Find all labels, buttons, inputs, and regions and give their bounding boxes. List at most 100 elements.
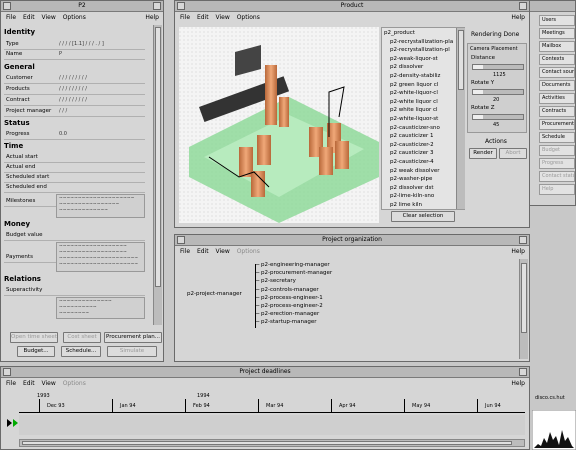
org-child-node[interactable]: ─ p2-process-engineer-2	[256, 303, 323, 309]
scrollbar-thumb[interactable]	[22, 441, 512, 445]
field-scheduled-end[interactable]: Scheduled end	[4, 183, 145, 193]
product-titlebar[interactable]: Product	[175, 1, 529, 12]
main-menu-item[interactable]: Contact status	[539, 171, 575, 182]
org-child-node[interactable]: ─ p2-erection-manager	[256, 311, 319, 317]
component-list-item[interactable]: p2-washer-pipe	[390, 176, 432, 182]
scrollbar-thumb[interactable]	[521, 263, 527, 333]
field-actual-start[interactable]: Actual start	[4, 153, 145, 163]
3d-viewport[interactable]	[179, 27, 379, 223]
component-list-item[interactable]: p2-recrystallization-pl	[390, 47, 450, 53]
schedule-button[interactable]: Schedule...	[61, 346, 101, 357]
clear-selection-button[interactable]: Clear selection	[391, 211, 455, 222]
budget-button[interactable]: Budget...	[17, 346, 55, 357]
main-menu-item[interactable]: Meetings	[539, 28, 575, 39]
open-time-sheet-button[interactable]: Open time sheet	[10, 332, 58, 343]
step-forward-icon[interactable]	[13, 419, 18, 427]
component-list-item[interactable]: p2 weak dissolver	[390, 168, 439, 174]
field-budget-value[interactable]: Budget value	[4, 231, 145, 241]
render-button[interactable]: Render	[469, 148, 497, 159]
menu-edit[interactable]: Edit	[23, 14, 35, 21]
main-menu-item[interactable]: Contracts	[539, 106, 575, 117]
scrollbar-thumb[interactable]	[155, 27, 161, 287]
component-list-scrollbar[interactable]	[456, 28, 465, 209]
field-name[interactable]: Name P	[4, 50, 145, 60]
menu-file[interactable]: File	[180, 14, 190, 21]
component-list-item[interactable]: p2 white liquor cl	[390, 107, 438, 113]
main-menu-item[interactable]: Contact sources	[539, 67, 575, 78]
main-menu-item[interactable]: Contexts	[539, 54, 575, 65]
main-menu-titlebar[interactable]	[525, 1, 575, 12]
field-type[interactable]: Type / / / / [1.1] / / / . / ]	[4, 40, 145, 50]
menu-help[interactable]: Help	[145, 13, 159, 23]
main-menu-item[interactable]: Activities	[539, 93, 575, 104]
org-child-node[interactable]: ─ p2-controls-manager	[256, 287, 319, 293]
org-child-node[interactable]: ─ p2-startup-manager	[256, 319, 317, 325]
field-scheduled-start[interactable]: Scheduled start	[4, 173, 145, 183]
field-project-manager[interactable]: Project manager / / /	[4, 107, 145, 117]
minimize-button[interactable]	[519, 2, 527, 10]
field-customer[interactable]: Customer / / / / / / / / /	[4, 74, 145, 84]
main-menu-item[interactable]: Help	[539, 184, 575, 195]
component-list-item[interactable]: p2-causticizer-4	[390, 159, 434, 165]
org-child-node[interactable]: ─ p2-engineering-manager	[256, 262, 330, 268]
main-menu-item[interactable]: Budget	[539, 145, 575, 156]
component-list-item[interactable]: p2-lime-kiln-sno	[390, 193, 434, 199]
field-contract[interactable]: Contract / / / / / / / / /	[4, 96, 145, 106]
component-list-item[interactable]: p2 causticizer 1	[390, 133, 434, 139]
main-menu-item[interactable]: Users	[539, 15, 575, 26]
distance-slider[interactable]	[472, 64, 524, 70]
menu-file[interactable]: File	[6, 380, 16, 387]
payments-list[interactable]: ~~~~~~~~~~~~~~~~~~ ~~~~~~~~~~~~~~~~~~ ~~…	[56, 242, 145, 272]
cost-sheet-button[interactable]: Cost sheet	[63, 332, 101, 343]
window-menu-button[interactable]	[177, 2, 185, 10]
field-superactivity[interactable]: Superactivity	[4, 286, 145, 296]
menu-view[interactable]: View	[216, 14, 230, 21]
menu-edit[interactable]: Edit	[197, 14, 209, 21]
main-menu-item[interactable]: Progress	[539, 158, 575, 169]
component-list-item[interactable]: p2 causticizer 3	[390, 150, 434, 156]
p2-titlebar[interactable]: P2	[1, 1, 163, 12]
main-menu-item[interactable]: Mailbox	[539, 41, 575, 52]
menu-edit[interactable]: Edit	[23, 380, 35, 387]
component-list-item[interactable]: p2 green liquor cl	[390, 82, 438, 88]
window-menu-button[interactable]	[177, 236, 185, 244]
menu-edit[interactable]: Edit	[197, 248, 209, 255]
deadlines-titlebar[interactable]: Project deadlines	[1, 367, 529, 378]
main-menu-item[interactable]: Documents	[539, 80, 575, 91]
org-child-node[interactable]: ─ p2-procurement-manager	[256, 270, 332, 276]
menu-help[interactable]: Help	[511, 379, 525, 389]
main-menu-item[interactable]: Procurement	[539, 119, 575, 130]
slider-thumb[interactable]	[473, 115, 483, 119]
subactivity-list[interactable]: ~~~~~~~~~~~~~~ ~~~~~~~~~~ ~~~~~~~~	[56, 297, 145, 319]
timeline-scrollbar[interactable]	[19, 439, 525, 447]
p2-scrollbar[interactable]	[153, 25, 162, 325]
timeline-row[interactable]	[19, 415, 525, 435]
menu-file[interactable]: File	[6, 14, 16, 21]
rotate-z-slider[interactable]	[472, 114, 524, 120]
field-actual-end[interactable]: Actual end	[4, 163, 145, 173]
menu-help[interactable]: Help	[511, 247, 525, 257]
minimize-button[interactable]	[153, 2, 161, 10]
component-list-item[interactable]: p2-density-stabiliz	[390, 73, 440, 79]
field-progress[interactable]: Progress 0.0	[4, 130, 145, 140]
component-list-item[interactable]: p2-recrystallization-pla	[390, 39, 453, 45]
slider-thumb[interactable]	[473, 90, 483, 94]
menu-view[interactable]: View	[216, 248, 230, 255]
slider-thumb[interactable]	[473, 65, 483, 69]
field-products[interactable]: Products / / / / / / / / /	[4, 85, 145, 95]
rotate-y-slider[interactable]	[472, 89, 524, 95]
component-list-item[interactable]: p2_product	[384, 30, 415, 36]
menu-file[interactable]: File	[180, 248, 190, 255]
window-menu-button[interactable]	[3, 2, 11, 10]
component-list-item[interactable]: p2-weak-liquor-st	[390, 56, 438, 62]
component-list-item[interactable]: p2 lime kiln	[390, 202, 422, 208]
abort-button[interactable]: Abort	[499, 148, 527, 159]
main-menu-item[interactable]: Schedule	[539, 132, 575, 143]
window-menu-button[interactable]	[3, 368, 11, 376]
menu-options[interactable]: Options	[237, 14, 260, 21]
minimize-button[interactable]	[519, 368, 527, 376]
org-child-node[interactable]: ─ p2-process-engineer-1	[256, 295, 323, 301]
procurement-plan-button[interactable]: Procurement plan...	[104, 332, 162, 343]
component-list-item[interactable]: p2-causticizer-2	[390, 142, 434, 148]
org-scrollbar[interactable]	[519, 259, 528, 359]
